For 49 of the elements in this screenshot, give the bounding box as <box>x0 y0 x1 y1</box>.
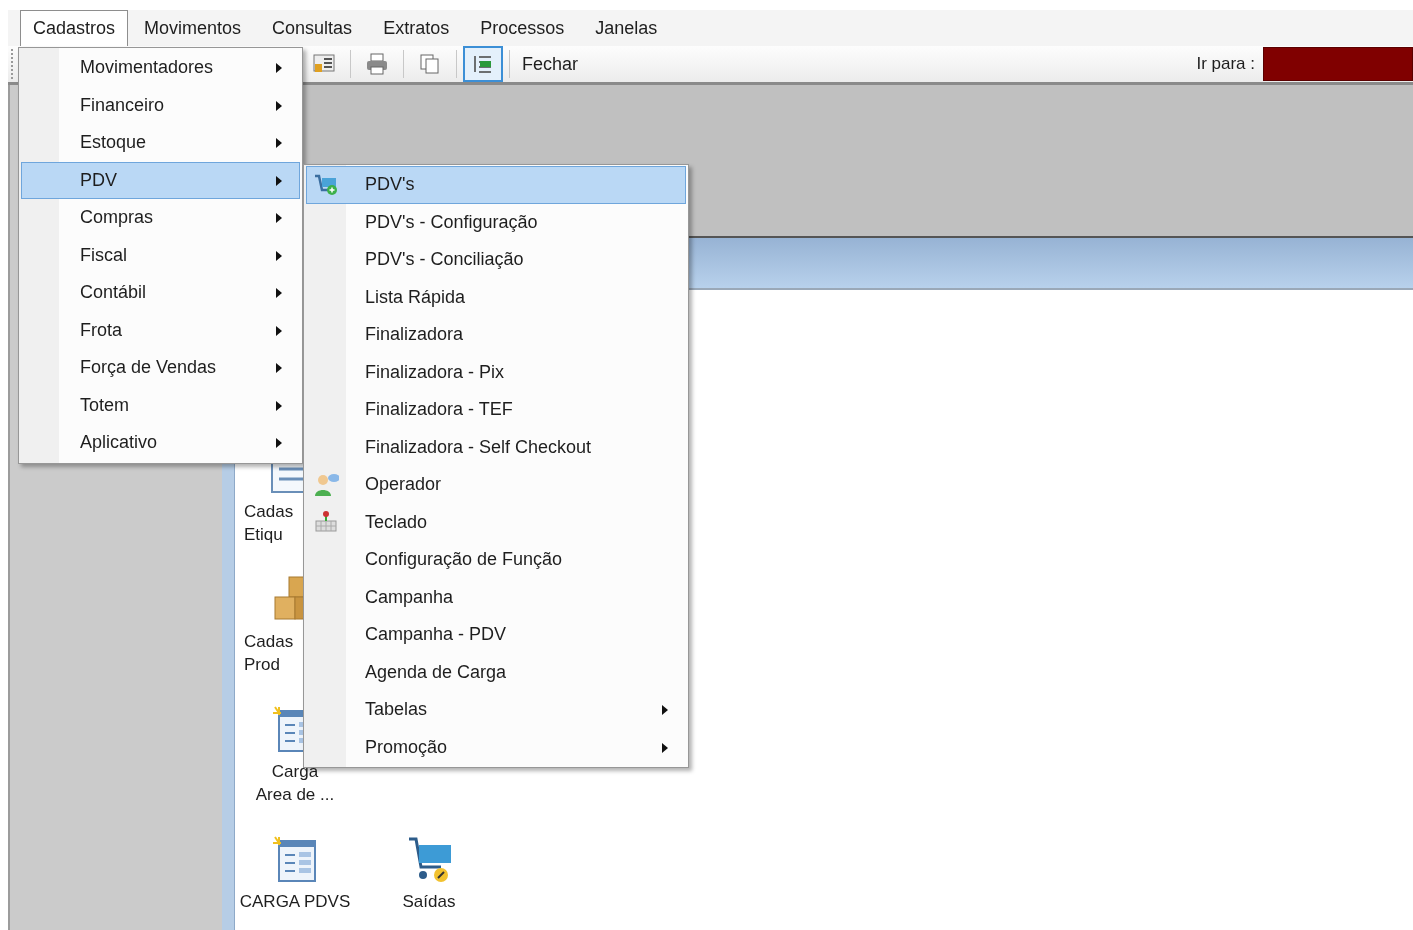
menu-bar-item[interactable]: Janelas <box>585 10 668 46</box>
menu-item[interactable]: Financeiro <box>21 86 300 124</box>
menu-bar-item[interactable]: Cadastros <box>20 10 129 46</box>
menu-item[interactable]: PDV's <box>306 166 686 204</box>
menu-item[interactable]: Finalizadora <box>306 316 686 354</box>
menu-item[interactable]: Contábil <box>21 274 300 312</box>
menu-item[interactable]: PDV's - Conciliação <box>306 241 686 279</box>
menu-bar-item[interactable]: Processos <box>470 10 575 46</box>
menu-item[interactable]: Tabelas <box>306 691 686 729</box>
toolbar-button[interactable] <box>463 46 503 82</box>
shortcut-label[interactable]: Cadas <box>244 630 294 653</box>
menu-bar-item[interactable]: Movimentos <box>134 10 252 46</box>
menu-item[interactable]: Lista Rápida <box>306 278 686 316</box>
toolbar-grip-icon <box>10 48 14 80</box>
menu-item[interactable]: Finalizadora - Pix <box>306 353 686 391</box>
shortcut-label[interactable]: Etiqu <box>244 523 283 546</box>
cart-icon <box>313 172 339 198</box>
menu-item[interactable]: Movimentadores <box>21 49 300 87</box>
goto-label: Ir para : <box>1196 53 1255 76</box>
copy-icon <box>418 52 442 76</box>
menu-item[interactable]: Compras <box>21 199 300 237</box>
shortcut-label[interactable]: Area de ... <box>255 783 335 806</box>
form-icon <box>271 835 319 883</box>
menu-item[interactable]: Teclado <box>306 503 686 541</box>
menu-item[interactable]: Fiscal <box>21 236 300 274</box>
menu-item[interactable]: Frota <box>21 311 300 349</box>
menu-bar-item[interactable]: Extratos <box>373 10 460 46</box>
menu-item[interactable]: Aplicativo <box>21 424 300 462</box>
menu-item[interactable]: PDV's - Configuração <box>306 203 686 241</box>
menu-item[interactable]: Totem <box>21 386 300 424</box>
printer-icon <box>365 52 389 76</box>
menu-item[interactable]: Campanha <box>306 578 686 616</box>
menu-item[interactable]: Configuração de Função <box>306 541 686 579</box>
menu-item[interactable]: Finalizadora - TEF <box>306 391 686 429</box>
shortcut-label[interactable]: Prod <box>244 653 280 676</box>
menu-item[interactable]: Campanha - PDV <box>306 616 686 654</box>
menu-item[interactable]: Estoque <box>21 124 300 162</box>
menu-bar-item[interactable]: Consultas <box>262 10 363 46</box>
menu-item[interactable]: Operador <box>306 466 686 504</box>
menu-item[interactable]: Finalizadora - Self Checkout <box>306 428 686 466</box>
shortcut-label[interactable]: Cadas <box>244 500 294 523</box>
menu-item[interactable]: PDV <box>21 161 300 199</box>
menu-item[interactable]: Agenda de Carga <box>306 653 686 691</box>
user-icon <box>313 472 339 498</box>
shortcut-label[interactable]: Saídas <box>402 890 456 913</box>
close-button[interactable]: Fechar <box>518 47 583 81</box>
goto-field[interactable] <box>1263 47 1413 81</box>
shortcut-label[interactable]: CARGA PDVS <box>239 890 351 913</box>
menu-item[interactable]: Força de Vendas <box>21 349 300 387</box>
